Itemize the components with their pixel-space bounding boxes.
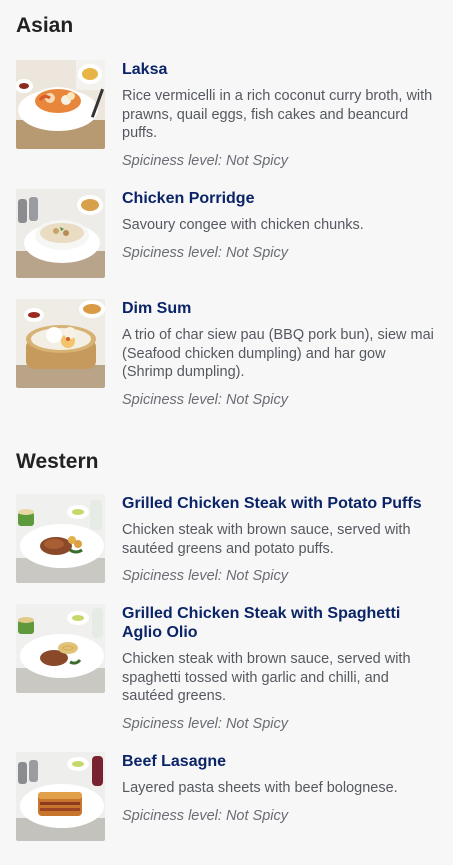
dim-sum-basket-icon bbox=[16, 299, 105, 388]
dish-description: Savoury congee with chicken chunks. bbox=[122, 217, 364, 233]
dish-name: Beef Lasagne bbox=[122, 753, 227, 770]
menu-page: Asian Laksa Rice vermicelli in a rich co… bbox=[0, 0, 453, 865]
laksa-bowl-icon bbox=[16, 60, 105, 149]
porridge-bowl-icon bbox=[16, 189, 105, 278]
dish-name: Grilled Chicken Steak with Potato Puffs bbox=[122, 495, 422, 512]
dish-description: Chicken steak with brown sauce, served w… bbox=[122, 651, 411, 704]
section-title-asian: Asian bbox=[16, 14, 74, 37]
spiciness-level: Spiciness level: Not Spicy bbox=[122, 152, 289, 169]
chicken-spaghetti-plate-icon bbox=[16, 604, 105, 693]
dish-name: Laksa bbox=[122, 61, 168, 78]
lasagne-plate-icon bbox=[16, 752, 105, 841]
spiciness-level: Spiciness level: Not Spicy bbox=[122, 244, 289, 261]
dish-name: Dim Sum bbox=[122, 300, 192, 317]
spiciness-level: Spiciness level: Not Spicy bbox=[122, 807, 289, 824]
dish-description: Rice vermicelli in a rich coconut curry … bbox=[122, 88, 433, 141]
dish-name: Chicken Porridge bbox=[122, 190, 255, 207]
spiciness-level: Spiciness level: Not Spicy bbox=[122, 715, 289, 732]
dish-description: Chicken steak with brown sauce, served w… bbox=[122, 522, 411, 557]
spiciness-level: Spiciness level: Not Spicy bbox=[122, 568, 289, 584]
chicken-steak-plate-icon bbox=[16, 494, 105, 583]
section-title-western: Western bbox=[16, 450, 99, 473]
spiciness-level: Spiciness level: Not Spicy bbox=[122, 391, 289, 408]
dish-description: Layered pasta sheets with beef bolognese… bbox=[122, 780, 398, 796]
dish-name: Grilled Chicken Steak with Spaghetti Agl… bbox=[122, 605, 401, 641]
dish-description: A trio of char siew pau (BBQ pork bun), … bbox=[122, 327, 434, 380]
